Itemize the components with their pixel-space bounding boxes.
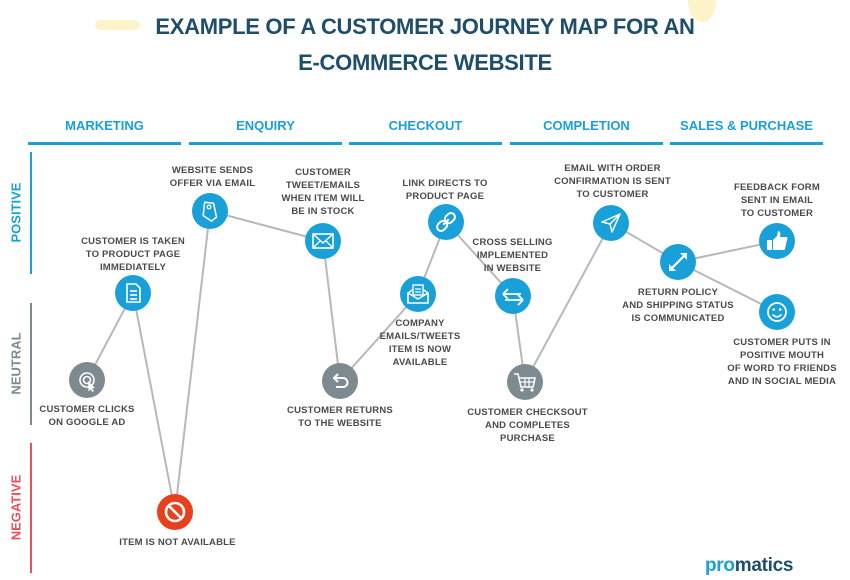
node-feedback xyxy=(759,223,795,259)
node-order-email xyxy=(593,205,629,241)
node-product-page xyxy=(115,275,151,311)
node-word-of-mouth xyxy=(759,294,795,330)
node-offer-email xyxy=(192,193,228,229)
connector-tweet-email-to-returns xyxy=(322,240,341,382)
logo-part-pro: pro xyxy=(705,555,735,576)
node-circle xyxy=(305,223,341,259)
node-checkout xyxy=(507,364,543,400)
node-circle xyxy=(192,193,228,229)
logo-part-matics: matics xyxy=(734,555,794,576)
node-label-returns: CUSTOMER RETURNS TO THE WEBSITE xyxy=(287,405,393,429)
node-label-word-of-mouth: CUSTOMER PUTS IN POSITIVE MOUTH OF WORD … xyxy=(727,337,837,387)
node-label-checkout: CUSTOMER CHECKSOUT AND COMPLETES PURCHAS… xyxy=(467,407,588,444)
node-label-link: LINK DIRECTS TO PRODUCT PAGE xyxy=(402,178,488,202)
node-tweet-email xyxy=(305,223,341,259)
node-not-available xyxy=(157,494,193,530)
node-return-policy xyxy=(660,244,696,280)
node-label-company-emails: COMPANY EMAILS/TWEETS ITEM IS NOW AVAILA… xyxy=(379,318,461,368)
node-cross-sell xyxy=(495,278,531,314)
node-circle xyxy=(759,294,795,330)
node-label-tweet-email: CUSTOMER TWEET/EMAILS WHEN ITEM WILL BE … xyxy=(281,167,365,217)
node-label-cross-sell: CROSS SELLING IMPLEMENTED IN WEBSITE xyxy=(472,237,553,274)
node-label-offer-email: WEBSITE SENDS OFFER VIA EMAIL xyxy=(169,165,256,189)
node-label-return-policy: RETURN POLICY AND SHIPPING STATUS IS COM… xyxy=(622,287,734,324)
node-label-order-email: EMAIL WITH ORDER CONFIRMATION IS SENT TO… xyxy=(554,163,671,200)
node-link xyxy=(428,204,464,240)
node-circle xyxy=(495,278,531,314)
node-label-feedback: FEEDBACK FORM SENT IN EMAIL TO CUSTOMER xyxy=(734,182,820,219)
node-google-ad xyxy=(69,362,105,398)
node-company-emails xyxy=(400,276,436,312)
node-label-product-page: CUSTOMER IS TAKEN TO PRODUCT PAGE IMMEDI… xyxy=(81,236,185,273)
node-label-google-ad: CUSTOMER CLICKS ON GOOGLE AD xyxy=(39,404,135,428)
node-circle xyxy=(69,362,105,398)
node-circle xyxy=(322,363,358,399)
node-label-not-available: ITEM IS NOT AVAILABLE xyxy=(119,537,236,548)
promatics-logo: promatics xyxy=(705,555,793,577)
node-returns xyxy=(322,363,358,399)
node-circle xyxy=(115,275,151,311)
